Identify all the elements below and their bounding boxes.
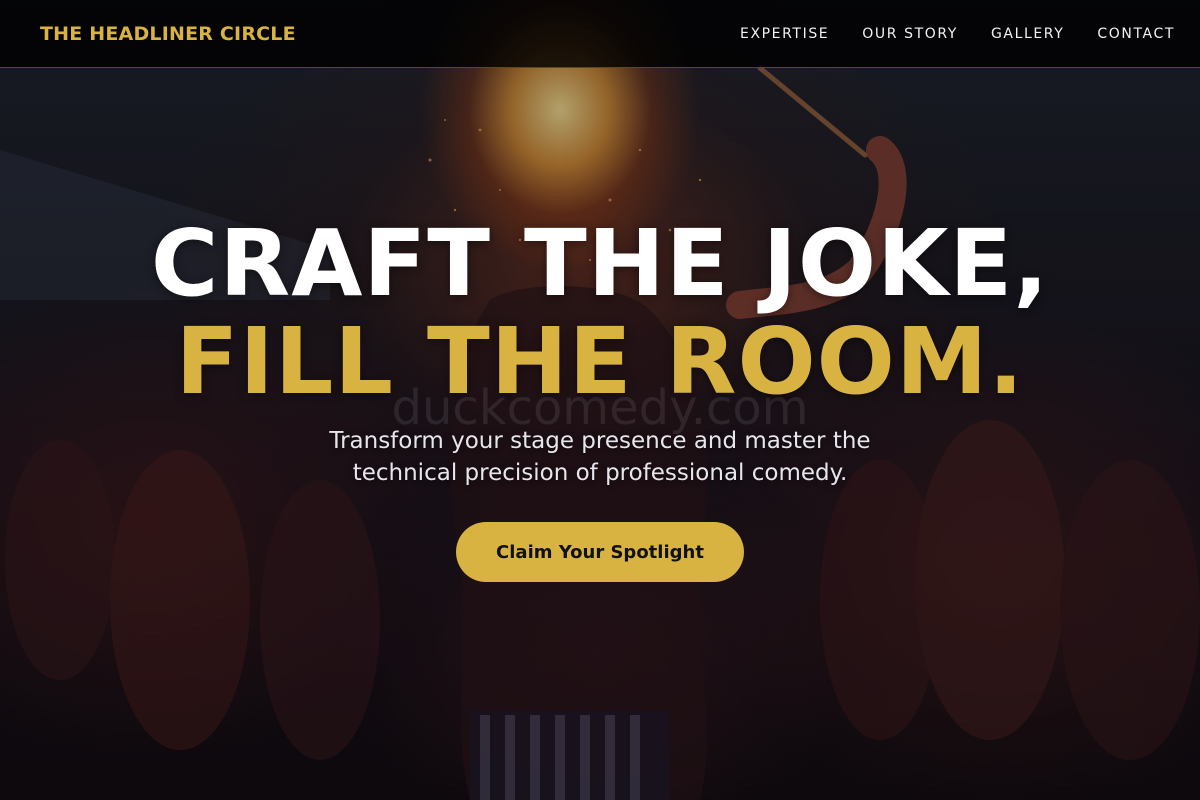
claim-spotlight-button[interactable]: Claim Your Spotlight	[456, 522, 744, 582]
headline-line-1: CRAFT THE JOKE,	[150, 210, 1050, 317]
nav-link-contact[interactable]: CONTACT	[1097, 26, 1175, 42]
hero-section: duckcomedy.com CRAFT THE JOKE, FILL THE …	[0, 0, 1200, 800]
nav-link-gallery[interactable]: GALLERY	[991, 26, 1064, 42]
nav-link-expertise[interactable]: EXPERTISE	[740, 26, 829, 42]
brand-logo[interactable]: THE HEADLINER CIRCLE	[40, 21, 296, 47]
nav-link-our-story[interactable]: OUR STORY	[862, 26, 958, 42]
top-navbar: THE HEADLINER CIRCLE EXPERTISE OUR STORY…	[0, 0, 1200, 68]
headline-line-2: FILL THE ROOM.	[175, 308, 1025, 415]
hero-subtitle: Transform your stage presence and master…	[329, 428, 871, 486]
hero-headline: CRAFT THE JOKE, FILL THE ROOM.	[0, 212, 1200, 408]
nav-links: EXPERTISE OUR STORY GALLERY CONTACT	[740, 0, 1175, 68]
